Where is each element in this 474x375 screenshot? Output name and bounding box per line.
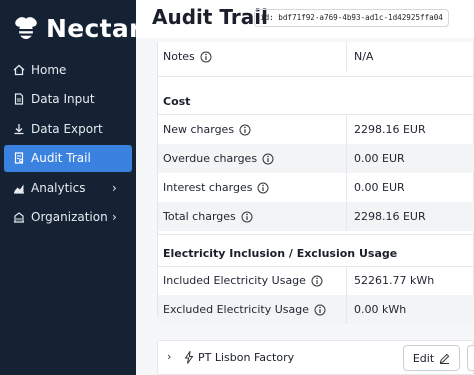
detail-value: 2298.16 EUR xyxy=(354,123,426,136)
detail-label: Total charges xyxy=(163,210,236,223)
record-id-badge[interactable]: id: bdf71f92-a769-4b93-ad1c-1d42925ffa04 xyxy=(254,9,449,27)
page-header: Audit Trail id: bdf71f92-a769-4b93-ad1c-… xyxy=(136,0,474,38)
detail-label: Excluded Electricity Usage xyxy=(163,303,309,316)
brand[interactable]: Nectar xyxy=(12,10,142,46)
detail-value: 2298.16 EUR xyxy=(354,210,426,223)
main-content[interactable]: Notes N/A Cost New charges 2298.16 EUR O… xyxy=(136,38,474,375)
factory-name: PT Lisbon Factory xyxy=(198,351,295,364)
info-icon[interactable] xyxy=(239,124,251,136)
divider xyxy=(158,234,474,235)
app-name: Nectar xyxy=(46,13,142,43)
details-card: Notes N/A Cost New charges 2298.16 EUR O… xyxy=(157,42,474,324)
info-icon[interactable] xyxy=(311,275,323,287)
section-heading-cost: Cost xyxy=(163,95,191,108)
detail-row-interest-charges: Interest charges 0.00 EUR xyxy=(158,173,474,202)
detail-label: New charges xyxy=(163,123,235,136)
section-heading-electricity: Electricity Inclusion / Exclusion Usage xyxy=(163,247,398,260)
detail-value: 0.00 EUR xyxy=(354,152,405,165)
info-icon[interactable] xyxy=(257,182,269,194)
detail-value: N/A xyxy=(354,50,374,63)
edit-button[interactable]: Edit xyxy=(403,345,460,371)
file-input-icon xyxy=(13,93,25,105)
detail-row-new-charges: New charges 2298.16 EUR xyxy=(158,115,474,144)
sidebar-item-organization[interactable]: Organization › xyxy=(4,204,132,231)
detail-value: 52261.77 kWh xyxy=(354,274,435,287)
sidebar-item-label: Home xyxy=(31,62,67,77)
column-divider xyxy=(346,115,347,144)
sidebar-item-label: Data Input xyxy=(31,92,95,107)
detail-value: 0.00 EUR xyxy=(354,181,405,194)
detail-row-total-charges: Total charges 2298.16 EUR xyxy=(158,202,474,231)
column-divider xyxy=(346,266,347,295)
detail-row-overdue-charges: Overdue charges 0.00 EUR xyxy=(158,144,474,173)
sidebar-item-analytics[interactable]: Analytics › xyxy=(4,174,132,201)
lightning-bolt-icon xyxy=(184,351,194,364)
sidebar-item-label: Audit Trail xyxy=(31,151,91,166)
chart-icon xyxy=(13,182,25,194)
info-icon[interactable] xyxy=(200,51,212,63)
factory-accordion[interactable]: › PT Lisbon Factory Edit xyxy=(157,340,474,375)
sidebar-item-audit-trail[interactable]: Audit Trail xyxy=(4,144,132,172)
pencil-icon xyxy=(440,353,450,364)
chevron-right-icon: › xyxy=(112,210,117,225)
detail-label: Notes xyxy=(163,50,195,63)
column-divider xyxy=(346,173,347,202)
bee-logo-icon xyxy=(15,17,37,39)
home-icon xyxy=(13,64,25,76)
audit-icon xyxy=(13,152,25,164)
sidebar-item-label: Organization xyxy=(31,210,108,225)
sidebar-item-label: Data Export xyxy=(31,121,103,136)
detail-label: Interest charges xyxy=(163,181,253,194)
chevron-right-icon: › xyxy=(112,180,117,195)
sidebar-item-home[interactable]: Home xyxy=(4,56,132,83)
page-title: Audit Trail xyxy=(152,5,268,29)
download-icon xyxy=(13,123,25,135)
detail-value: 0.00 kWh xyxy=(354,303,407,316)
sidebar-item-label: Analytics xyxy=(31,180,86,195)
detail-row-included-electricity: Included Electricity Usage 52261.77 kWh xyxy=(158,266,474,295)
building-icon xyxy=(13,211,25,224)
edit-button-label: Edit xyxy=(412,351,435,365)
column-divider xyxy=(346,42,347,71)
column-divider xyxy=(346,144,347,173)
detail-label: Included Electricity Usage xyxy=(163,274,306,287)
sidebar-item-data-input[interactable]: Data Input xyxy=(4,86,132,113)
more-button[interactable] xyxy=(467,345,474,371)
sidebar: Nectar Home Data Input Data Export Audit… xyxy=(0,0,141,375)
info-icon[interactable] xyxy=(241,211,253,223)
chevron-right-icon[interactable]: › xyxy=(167,350,171,363)
column-divider xyxy=(346,295,347,324)
divider xyxy=(158,76,474,77)
sidebar-nav: Home Data Input Data Export Audit Trail … xyxy=(4,56,132,234)
info-icon[interactable] xyxy=(314,304,326,316)
column-divider xyxy=(346,202,347,231)
detail-row-excluded-electricity: Excluded Electricity Usage 0.00 kWh xyxy=(158,295,474,324)
info-icon[interactable] xyxy=(262,153,274,165)
detail-row-notes: Notes N/A xyxy=(158,42,474,71)
sidebar-item-data-export[interactable]: Data Export xyxy=(4,115,132,142)
detail-label: Overdue charges xyxy=(163,152,258,165)
